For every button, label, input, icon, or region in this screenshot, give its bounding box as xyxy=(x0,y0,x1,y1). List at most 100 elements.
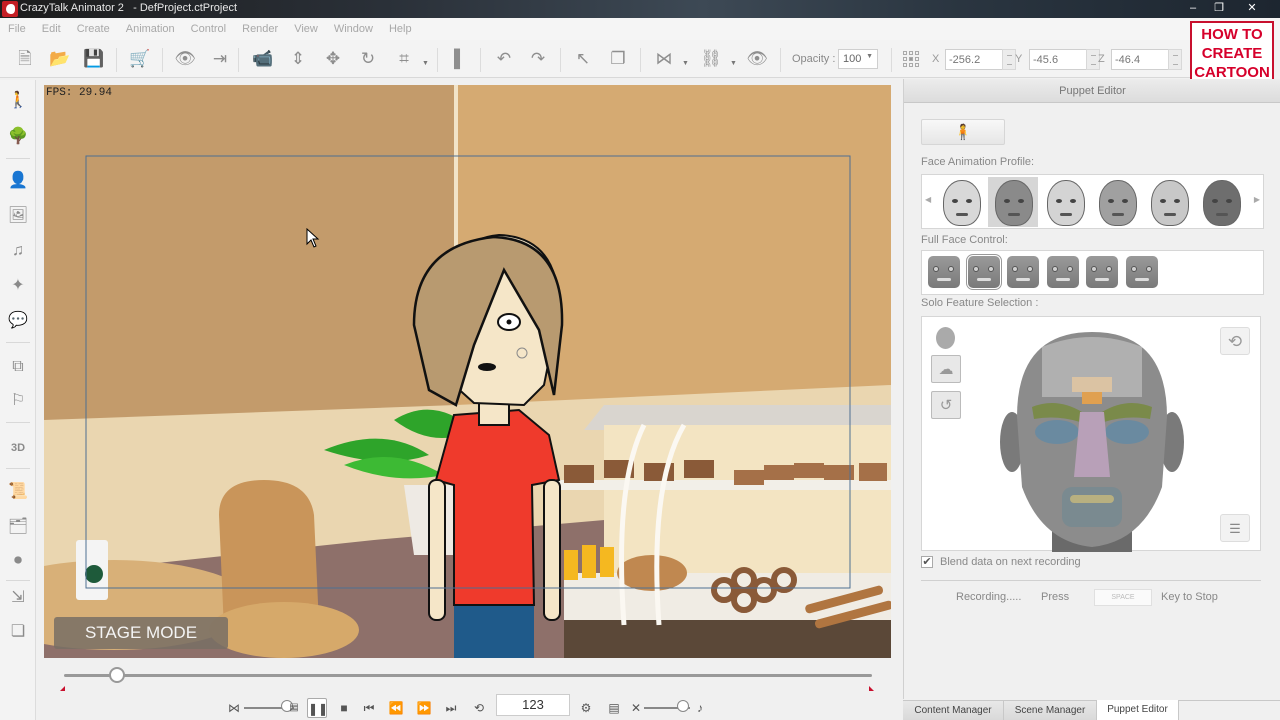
range-end-marker[interactable] xyxy=(869,686,874,691)
pause-button[interactable]: ❚❚ xyxy=(307,698,328,718)
settings-gear-icon[interactable]: ⚙ xyxy=(576,698,596,718)
move-vertical-icon[interactable]: ⇕ xyxy=(287,48,309,70)
tab-puppet-editor[interactable]: Puppet Editor xyxy=(1097,700,1179,720)
face-profile-girl[interactable] xyxy=(936,177,986,227)
anchor-grid-icon[interactable] xyxy=(903,51,919,67)
stop-button[interactable]: ■ xyxy=(334,698,354,718)
redo-icon[interactable]: ↷ xyxy=(527,48,549,70)
save-icon[interactable]: 💾 xyxy=(83,48,105,70)
puppet-character-button[interactable]: 🧍 xyxy=(921,119,1005,145)
3d-motion-icon[interactable]: 3D xyxy=(7,437,29,459)
minimize-button[interactable]: – xyxy=(1180,0,1206,18)
render-icon[interactable]: ▤ xyxy=(604,698,624,718)
export-icon[interactable]: ⇥ xyxy=(209,48,231,70)
music-icon[interactable]: ♫ xyxy=(7,240,29,262)
expression-sad[interactable] xyxy=(1046,256,1079,288)
move-icon[interactable]: ✥ xyxy=(322,48,344,70)
head-icon[interactable] xyxy=(936,327,955,349)
volume-mute-icon[interactable]: ✕ xyxy=(626,698,646,718)
tab-content-manager[interactable]: Content Manager xyxy=(903,701,1004,720)
face-profile-fat-man[interactable] xyxy=(1144,177,1194,227)
face-profile-bald-man[interactable] xyxy=(1196,177,1246,227)
volume-slider-thumb[interactable] xyxy=(677,700,690,712)
stage-canvas[interactable]: FPS: 29.94 STAGE MODE xyxy=(44,85,891,658)
visibility-icon[interactable]: 👁 xyxy=(746,48,768,70)
3d-head-model[interactable] xyxy=(992,327,1192,552)
music-note-icon[interactable]: ♪ xyxy=(690,698,710,718)
face-profile-old-woman[interactable] xyxy=(1040,177,1090,227)
select-icon[interactable]: ↖ xyxy=(572,48,594,70)
close-button[interactable]: ✕ xyxy=(1232,0,1272,18)
feature-mask-button[interactable]: ☁ xyxy=(931,355,961,383)
blend-checkbox[interactable]: ✔ xyxy=(921,556,933,568)
camera-icon[interactable]: 📹 xyxy=(252,48,274,70)
range-start-marker[interactable] xyxy=(60,686,65,691)
maximize-button[interactable]: ❐ xyxy=(1206,0,1232,18)
loop-icon[interactable]: ⟲ xyxy=(469,698,489,718)
timeline-scrubber[interactable] xyxy=(109,667,126,683)
duplicate-icon[interactable]: ❐ xyxy=(607,48,629,70)
menu-control[interactable]: Control xyxy=(191,23,226,35)
expression-happy[interactable] xyxy=(1086,256,1118,288)
menu-create[interactable]: Create xyxy=(77,23,110,35)
character-composer-icon[interactable]: ⚐ xyxy=(7,390,29,412)
menu-render[interactable]: Render xyxy=(242,23,278,35)
record-icon[interactable]: ⏺ xyxy=(7,550,29,572)
rotate-icon[interactable]: ↻ xyxy=(357,48,379,70)
x-spinner[interactable] xyxy=(1002,49,1016,70)
refresh-icon[interactable]: ⟲ xyxy=(1220,327,1250,355)
pick-icon[interactable]: ⇲ xyxy=(7,587,29,609)
actor-icon[interactable]: 🚶 xyxy=(7,90,29,112)
expression-neutral[interactable] xyxy=(928,256,960,288)
menu-file[interactable]: File xyxy=(8,23,26,35)
scale-icon[interactable]: ⌗ xyxy=(393,48,415,70)
sound-fx-icon[interactable]: ✦ xyxy=(7,275,29,297)
flip-dropdown-arrow[interactable]: ▼ xyxy=(682,60,689,67)
timeline-track[interactable] xyxy=(64,674,872,677)
speech-bubble-icon[interactable]: 💬 xyxy=(7,310,29,332)
templates-icon[interactable]: 🗂 xyxy=(7,516,29,538)
expression-calm[interactable] xyxy=(1007,256,1039,288)
layer-order-icon[interactable]: ▌ xyxy=(449,48,471,70)
scale-dropdown-arrow[interactable]: ▼ xyxy=(422,60,429,67)
menu-window[interactable]: Window xyxy=(334,23,373,35)
y-input[interactable]: -45.6 xyxy=(1029,49,1087,70)
link-icon[interactable]: ⛓ xyxy=(700,48,722,70)
next-frame-button[interactable]: ⏩ xyxy=(414,698,434,718)
tab-scene-manager[interactable]: Scene Manager xyxy=(1004,701,1097,720)
new-file-icon[interactable]: 🗎 xyxy=(14,48,36,70)
face-profile-woman[interactable] xyxy=(1092,177,1142,227)
speed-fast-icon[interactable]: ▤ xyxy=(284,698,304,718)
face-profile-boy[interactable] xyxy=(988,177,1038,227)
scene-icon[interactable]: 👤 xyxy=(7,170,29,192)
solo-feature-viewport[interactable]: ☁ ↺ ⟲ ☰ xyxy=(921,316,1261,552)
x-input[interactable]: -256.2 xyxy=(945,49,1003,70)
blend-data-option[interactable]: ✔ Blend data on next recording xyxy=(921,556,1081,568)
reset-button[interactable]: ↺ xyxy=(931,391,961,419)
opacity-select[interactable]: 100 ▼ xyxy=(838,49,878,69)
preview-icon[interactable]: 👁 xyxy=(174,48,196,70)
flip-icon[interactable]: ⋈ xyxy=(653,48,675,70)
previous-frame-button[interactable]: ⏪ xyxy=(386,698,406,718)
first-frame-button[interactable]: ⏮ xyxy=(359,698,379,718)
scroll-right-icon[interactable]: ▶ xyxy=(1254,195,1260,204)
cart-icon[interactable]: 🛒 xyxy=(129,48,151,70)
open-folder-icon[interactable]: 📂 xyxy=(49,48,71,70)
prop-icon[interactable]: 🌳 xyxy=(7,126,29,148)
menu-view[interactable]: View xyxy=(294,23,318,35)
z-spinner[interactable] xyxy=(1168,49,1182,70)
link-dropdown-arrow[interactable]: ▼ xyxy=(730,60,737,67)
list-icon[interactable]: ☰ xyxy=(1220,514,1250,542)
menu-animation[interactable]: Animation xyxy=(126,23,175,35)
scroll-left-icon[interactable]: ◀ xyxy=(925,195,931,204)
media-icon[interactable]: ⧉ xyxy=(7,356,29,378)
expression-surprised[interactable] xyxy=(1125,256,1158,288)
menu-edit[interactable]: Edit xyxy=(42,23,61,35)
last-frame-button[interactable]: ⏭ xyxy=(441,698,461,718)
undo-icon[interactable]: ↶ xyxy=(493,48,515,70)
z-input[interactable]: -46.4 xyxy=(1111,49,1169,70)
script-icon[interactable]: 📜 xyxy=(7,481,29,503)
current-frame-input[interactable]: 123 xyxy=(496,694,570,716)
layers-icon[interactable]: ❏ xyxy=(7,621,29,643)
background-icon[interactable]: 🖼 xyxy=(7,205,29,227)
